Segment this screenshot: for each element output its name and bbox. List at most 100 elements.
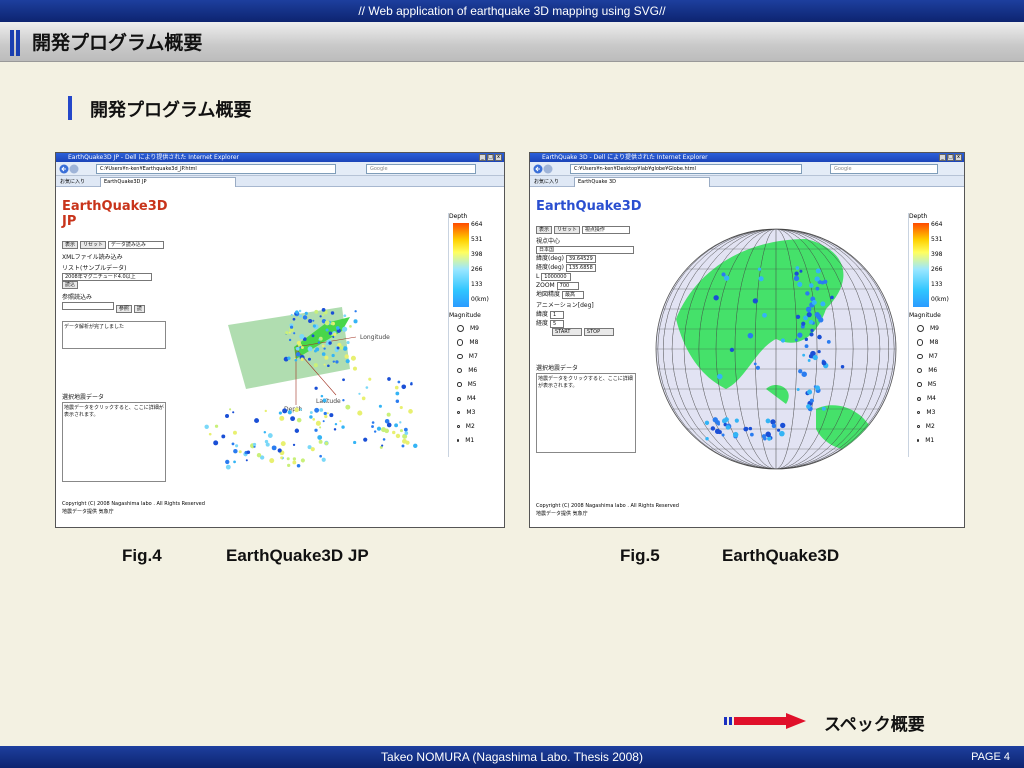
earthquake-point[interactable]: [288, 338, 292, 342]
earthquake-point[interactable]: [805, 291, 810, 296]
earthquake-point[interactable]: [771, 423, 777, 429]
earthquake-point[interactable]: [801, 321, 806, 326]
earthquake-point[interactable]: [312, 319, 315, 322]
earthquake-point[interactable]: [321, 457, 326, 462]
earthquake-point[interactable]: [256, 453, 262, 458]
earthquake-point[interactable]: [330, 311, 335, 315]
earthquake-point[interactable]: [352, 366, 357, 371]
earthquake-point[interactable]: [314, 309, 319, 314]
earthquake-point[interactable]: [214, 424, 219, 428]
close-icon[interactable]: x: [495, 154, 502, 161]
earthquake-point[interactable]: [802, 353, 806, 357]
earthquake-point[interactable]: [405, 440, 410, 445]
earthquake-point[interactable]: [395, 433, 401, 439]
earthquake-point[interactable]: [758, 276, 764, 282]
earthquake-point[interactable]: [748, 426, 753, 431]
earthquake-point[interactable]: [806, 312, 812, 318]
earthquake-point[interactable]: [294, 358, 298, 362]
browser-tab[interactable]: EarthQuake3D JP: [100, 177, 236, 187]
earthquake-point[interactable]: [313, 363, 318, 368]
earthquake-point[interactable]: [840, 365, 845, 369]
earthquake-point[interactable]: [309, 415, 313, 419]
earthquake-point[interactable]: [342, 326, 348, 332]
earthquake-point[interactable]: [267, 433, 273, 438]
earthquake-point[interactable]: [264, 409, 267, 413]
earthquake-point[interactable]: [335, 360, 339, 364]
earthquake-point[interactable]: [287, 356, 291, 360]
earthquake-point[interactable]: [302, 315, 308, 320]
earthquake-point[interactable]: [794, 271, 799, 276]
lat-input[interactable]: 39.64529: [565, 255, 596, 263]
earthquake-point[interactable]: [300, 458, 305, 463]
earthquake-point[interactable]: [392, 430, 396, 435]
earthquake-point[interactable]: [300, 346, 304, 350]
earthquake-point[interactable]: [357, 410, 363, 416]
earthquake-point[interactable]: [762, 312, 767, 318]
earthquake-point[interactable]: [290, 416, 296, 422]
earthquake-point[interactable]: [334, 422, 338, 426]
earthquake-point[interactable]: [329, 413, 334, 418]
earthquake-point[interactable]: [743, 426, 749, 432]
earthquake-point[interactable]: [794, 338, 798, 342]
earthquake-point[interactable]: [815, 385, 820, 391]
earthquake-point[interactable]: [312, 418, 316, 421]
earthquake-point[interactable]: [332, 360, 335, 363]
search-field[interactable]: Google: [366, 164, 476, 174]
reset-button[interactable]: リセット: [553, 226, 580, 234]
earthquake-point[interactable]: [246, 450, 251, 455]
earthquake-point[interactable]: [341, 425, 345, 429]
earthquake-point[interactable]: [292, 317, 296, 321]
earthquake-point[interactable]: [287, 410, 292, 415]
earthquake-point[interactable]: [397, 380, 401, 384]
mode-select[interactable]: データ読み込み: [107, 241, 164, 249]
earthquake-point[interactable]: [793, 275, 800, 282]
earthquake-point[interactable]: [339, 420, 342, 423]
earthquake-point[interactable]: [408, 409, 413, 414]
earthquake-point[interactable]: [225, 464, 231, 470]
earthquake-point[interactable]: [817, 350, 821, 354]
earthquake-point[interactable]: [323, 411, 327, 416]
earthquake-point[interactable]: [387, 377, 391, 381]
earthquake-point[interactable]: [809, 283, 814, 288]
earthquake-point[interactable]: [799, 269, 803, 273]
earthquake-point[interactable]: [265, 442, 270, 447]
earthquake-point[interactable]: [233, 460, 236, 464]
earthquake-point[interactable]: [796, 388, 800, 392]
earthquake-point[interactable]: [345, 404, 351, 410]
earthquake-point[interactable]: [339, 345, 344, 350]
earthquake-point[interactable]: [295, 352, 301, 357]
earthquake-point[interactable]: [752, 298, 758, 304]
earthquake-point[interactable]: [729, 347, 735, 353]
earthquake-point[interactable]: [395, 391, 400, 396]
earthquake-point[interactable]: [413, 443, 418, 449]
earthquake-point[interactable]: [705, 437, 709, 441]
earthquake-point[interactable]: [225, 414, 230, 419]
earthquake-point[interactable]: [354, 310, 357, 313]
browse-button[interactable]: 参照: [115, 305, 132, 313]
favorites-link[interactable]: お気に入り: [534, 178, 559, 185]
earthquake-point[interactable]: [809, 398, 814, 403]
earthquake-point[interactable]: [293, 332, 296, 335]
earthquake-point[interactable]: [353, 319, 358, 324]
file-input[interactable]: [62, 302, 114, 310]
earthquake-point[interactable]: [295, 346, 300, 351]
minimize-icon[interactable]: _: [479, 154, 486, 161]
anim-lat-input[interactable]: 1: [549, 311, 564, 319]
earthquake-point[interactable]: [810, 328, 814, 333]
earthquake-point[interactable]: [779, 430, 785, 437]
earthquake-point[interactable]: [300, 357, 304, 361]
earthquake-point[interactable]: [401, 444, 405, 448]
mode-select[interactable]: 視点操作: [581, 226, 630, 234]
earthquake-point[interactable]: [342, 399, 345, 402]
earthquake-point[interactable]: [345, 359, 350, 364]
earthquake-point[interactable]: [328, 331, 333, 335]
earthquake-point[interactable]: [404, 431, 409, 435]
earthquake-point[interactable]: [294, 428, 300, 433]
earthquake-point[interactable]: [713, 295, 719, 301]
earthquake-point[interactable]: [717, 422, 721, 426]
earthquake-point[interactable]: [238, 450, 242, 454]
earthquake-point[interactable]: [770, 419, 776, 425]
viewpoint-select[interactable]: 日本国: [536, 246, 634, 254]
earthquake-point[interactable]: [324, 441, 329, 446]
earthquake-point[interactable]: [296, 417, 302, 423]
